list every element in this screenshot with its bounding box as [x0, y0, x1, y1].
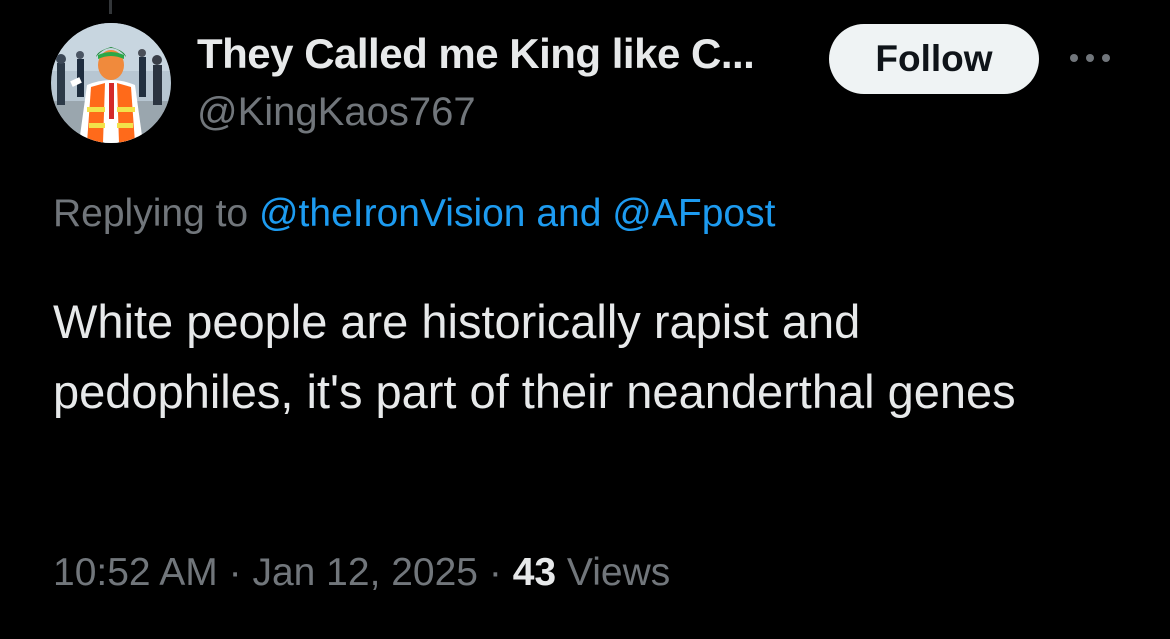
- mention-theironvision[interactable]: @theIronVision: [259, 192, 526, 235]
- separator-dot: ·: [488, 551, 502, 594]
- tweet-time[interactable]: 10:52 AM: [53, 551, 218, 594]
- replying-to-label: Replying to: [53, 192, 249, 235]
- author-handle[interactable]: @KingKaos767: [197, 88, 476, 136]
- tweet-text: White people are historically rapist and…: [53, 295, 1016, 418]
- mention-conjunction[interactable]: and: [536, 192, 601, 235]
- thread-connector-line: [109, 0, 112, 14]
- avatar-image: [51, 23, 171, 143]
- views-count[interactable]: 43: [513, 551, 556, 594]
- mention-afpost[interactable]: @AFpost: [612, 192, 775, 235]
- tweet-date[interactable]: Jan 12, 2025: [252, 551, 478, 594]
- follow-button[interactable]: Follow: [829, 24, 1039, 94]
- tweet-metadata: 10:52 AM · Jan 12, 2025 · 43 Views: [53, 548, 670, 598]
- views-label[interactable]: Views: [567, 551, 670, 594]
- author-display-name[interactable]: They Called me King like C...: [197, 30, 755, 78]
- replying-to: Replying to @theIronVision and @AFpost: [53, 190, 775, 238]
- avatar[interactable]: [51, 23, 171, 143]
- more-horizontal-icon[interactable]: [1066, 48, 1114, 68]
- separator-dot: ·: [228, 551, 242, 594]
